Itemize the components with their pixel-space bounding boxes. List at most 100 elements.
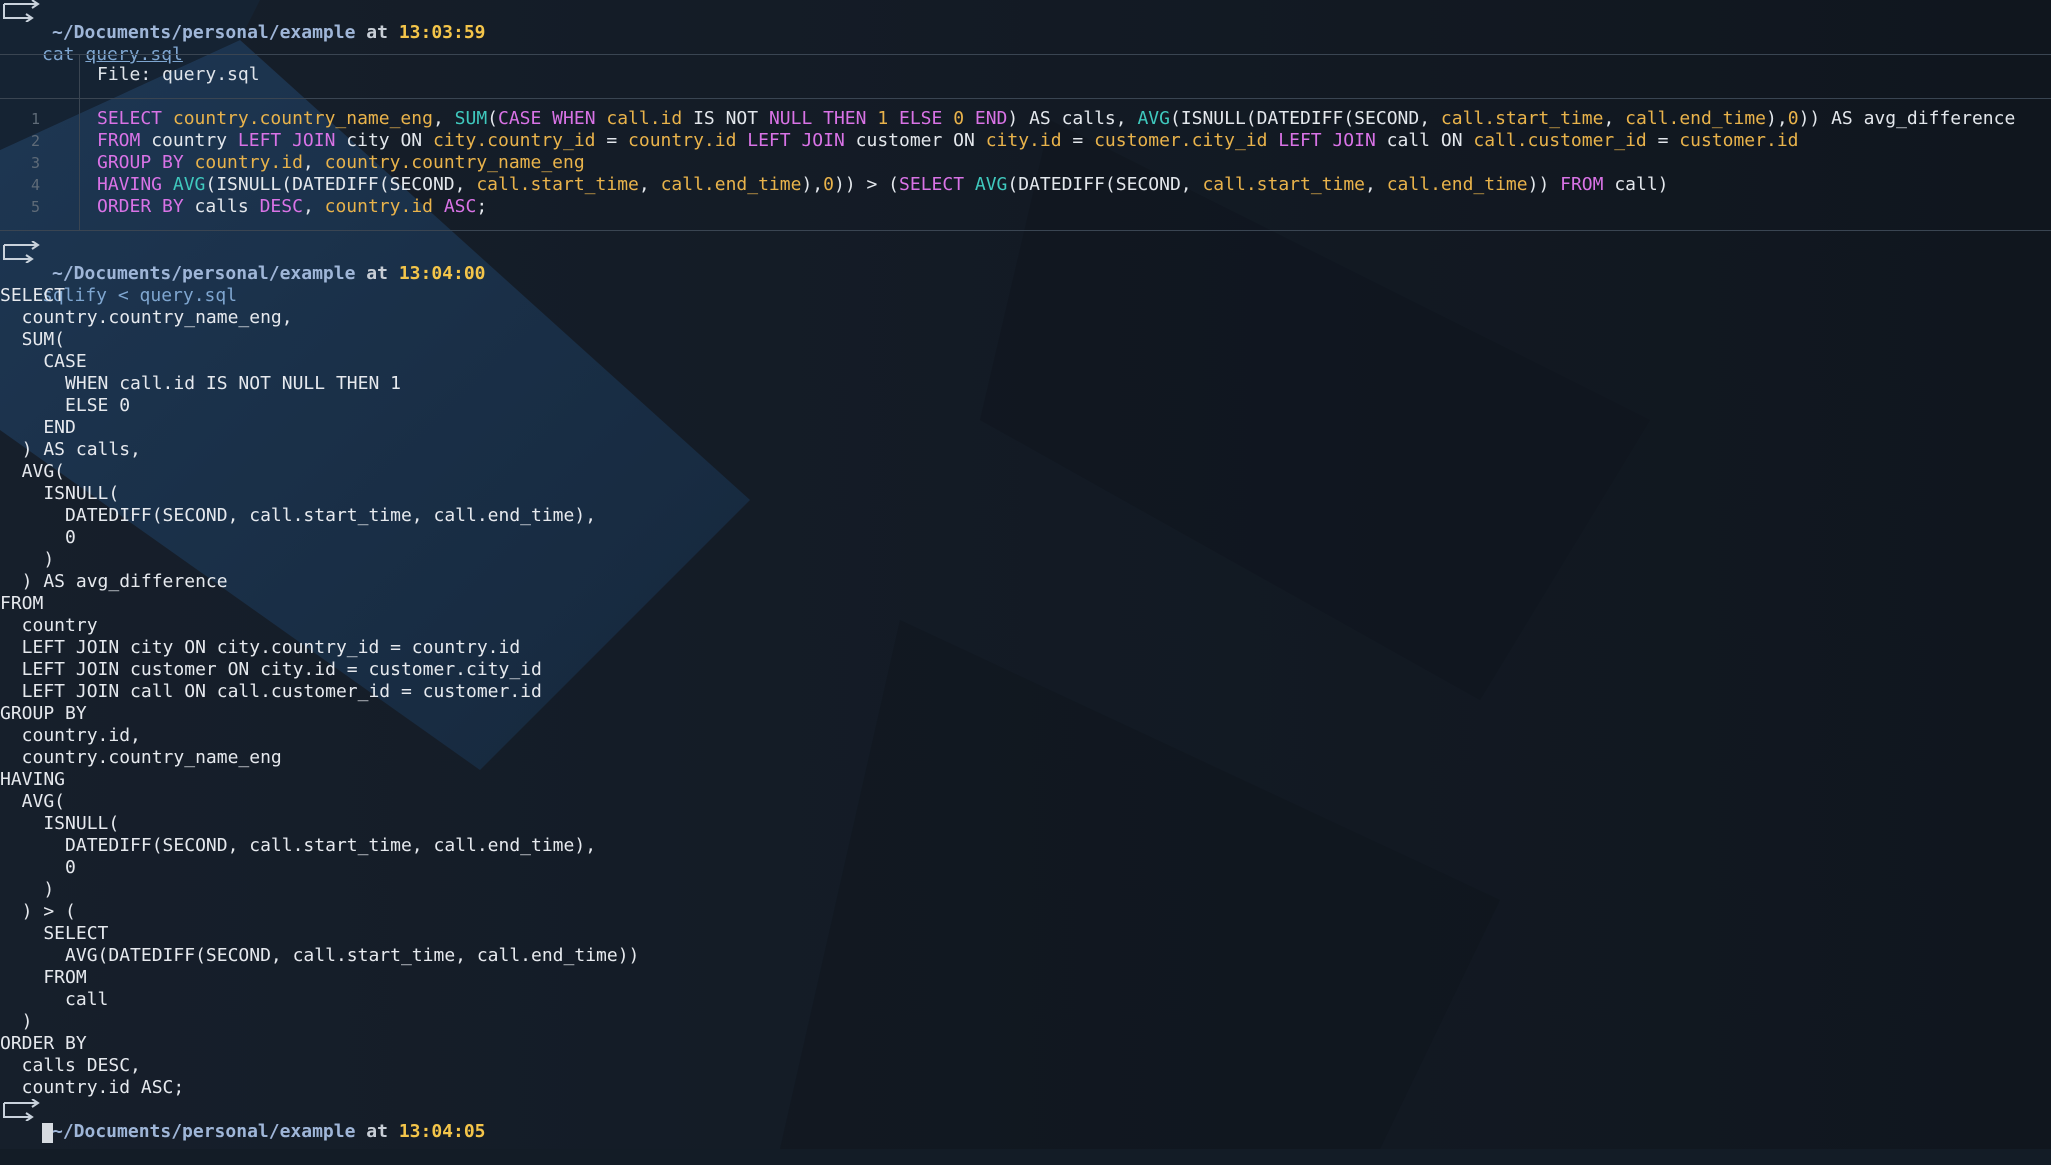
code-token: 0 (953, 108, 975, 129)
prompt-time: 13:03:59 (398, 22, 486, 43)
code-token: city ON (346, 130, 433, 151)
output-line: FROM (0, 967, 87, 988)
prompt-line-1: ~/Documents/personal/example at 13:03:59 (52, 22, 486, 43)
code-token: country.id (628, 130, 737, 151)
output-line: country.id, (0, 725, 141, 746)
output-line: DATEDIFF(SECOND, call.start_time, call.e… (0, 835, 597, 856)
code-token: LEFT JOIN (1267, 130, 1387, 151)
code-token: ), (801, 174, 824, 195)
output-line: SELECT (0, 285, 66, 306)
code-line: FROM country LEFT JOIN city ON city.coun… (97, 130, 1799, 152)
prompt-time: 13:04:00 (398, 263, 486, 284)
output-line: ) AS calls, (0, 439, 141, 460)
output-line: country (0, 615, 98, 636)
output-line: ORDER BY (0, 1033, 87, 1054)
output-line: AVG( (0, 791, 66, 812)
code-token: = (1646, 130, 1680, 151)
code-token: call ON (1386, 130, 1474, 151)
code-token: AVG (1137, 108, 1170, 129)
code-token: call.customer_id (1473, 130, 1647, 151)
output-line: LEFT JOIN city ON city.country_id = coun… (0, 637, 521, 658)
text-cursor[interactable] (42, 1123, 53, 1143)
code-token: 0 (823, 174, 834, 195)
code-token: FROM (1560, 174, 1615, 195)
output-line: SELECT (0, 923, 109, 944)
file-view-header: File: query.sql (97, 64, 260, 85)
code-token: ( (487, 108, 498, 129)
output-line: country.id ASC; (0, 1077, 185, 1098)
code-token: AVG (974, 174, 1008, 195)
code-token: SELECT (97, 108, 173, 129)
output-line: HAVING (0, 769, 66, 790)
code-token: AVG (172, 174, 206, 195)
code-token: calls (194, 196, 260, 217)
code-line: SELECT country.country_name_eng, SUM(CAS… (97, 108, 2015, 130)
code-token: SELECT (899, 174, 975, 195)
output-line: ISNULL( (0, 813, 120, 834)
code-token: city.id (985, 130, 1062, 151)
code-token: call.start_time (1440, 108, 1604, 129)
code-token: country.country_name_eng (172, 108, 433, 129)
file-view-bottom-border (0, 230, 2051, 231)
output-line: END (0, 417, 76, 438)
output-line: GROUP BY (0, 703, 87, 724)
output-line: 0 (0, 527, 76, 548)
file-view-top-border (0, 54, 2051, 55)
command-line-1: cat query.sql (0, 22, 183, 65)
terminal-window[interactable]: ~/Documents/personal/example at 13:03:59… (0, 0, 2051, 1149)
output-line: country.country_name_eng (0, 747, 282, 768)
code-token: LEFT JOIN (736, 130, 856, 151)
output-line: ) AS avg_difference (0, 571, 228, 592)
output-line: ) (0, 879, 55, 900)
code-token: country.country_name_eng (324, 152, 585, 173)
prompt-path: ~/Documents/personal/example (52, 1121, 356, 1142)
code-token: ELSE (899, 108, 954, 129)
code-token: city.country_id (432, 130, 596, 151)
code-token: )) AS avg_difference (1798, 108, 2016, 129)
code-line: ORDER BY calls DESC, country.id ASC; (97, 196, 487, 218)
code-token: call.end_time (660, 174, 802, 195)
code-token: call.start_time (476, 174, 639, 195)
output-line: SUM( (0, 329, 66, 350)
command-name: sqlify < query.sql (42, 285, 238, 306)
output-line: DATEDIFF(SECOND, call.start_time, call.e… (0, 505, 597, 526)
output-line: calls DESC, (0, 1055, 141, 1076)
code-token: IS NOT (682, 108, 769, 129)
code-token: customer ON (855, 130, 986, 151)
code-token: country.id (324, 196, 433, 217)
code-token: CASE WHEN (498, 108, 607, 129)
code-token: DESC (259, 196, 303, 217)
code-token: (DATEDIFF(SECOND, (1007, 174, 1203, 195)
output-line: call (0, 989, 109, 1010)
code-token: = (595, 130, 629, 151)
code-token: END (974, 108, 1008, 129)
code-token: (ISNULL(DATEDIFF(SECOND, (205, 174, 477, 195)
code-line: GROUP BY country.id, country.country_nam… (97, 152, 585, 174)
line-number: 1 (30, 110, 40, 128)
code-token: call.end_time (1625, 108, 1767, 129)
code-token: ASC (433, 196, 477, 217)
code-token: country.id (194, 152, 303, 173)
code-token: , (432, 108, 455, 129)
code-token: customer.id (1679, 130, 1799, 151)
code-line: HAVING AVG(ISNULL(DATEDIFF(SECOND, call.… (97, 174, 1669, 196)
code-token: )) (1527, 174, 1561, 195)
output-line: CASE (0, 351, 87, 372)
code-token: ORDER BY (97, 196, 195, 217)
code-token: (ISNULL(DATEDIFF(SECOND, (1169, 108, 1441, 129)
file-view-header-border (0, 98, 2051, 99)
output-line: LEFT JOIN customer ON city.id = customer… (0, 659, 542, 680)
code-token: LEFT JOIN (237, 130, 347, 151)
output-line: WHEN call.id IS NOT NULL THEN 1 (0, 373, 401, 394)
code-token: call.id (606, 108, 683, 129)
code-token: 1 (877, 108, 899, 129)
code-token: , (1603, 108, 1626, 129)
output-line: ) > ( (0, 901, 76, 922)
code-token: call.start_time (1202, 174, 1366, 195)
output-line: country.country_name_eng, (0, 307, 293, 328)
output-line: ELSE 0 (0, 395, 131, 416)
code-token: NULL THEN (768, 108, 878, 129)
code-token: ; (476, 196, 488, 217)
command-line-2: sqlify < query.sql (0, 263, 237, 306)
line-number: 4 (30, 176, 40, 194)
